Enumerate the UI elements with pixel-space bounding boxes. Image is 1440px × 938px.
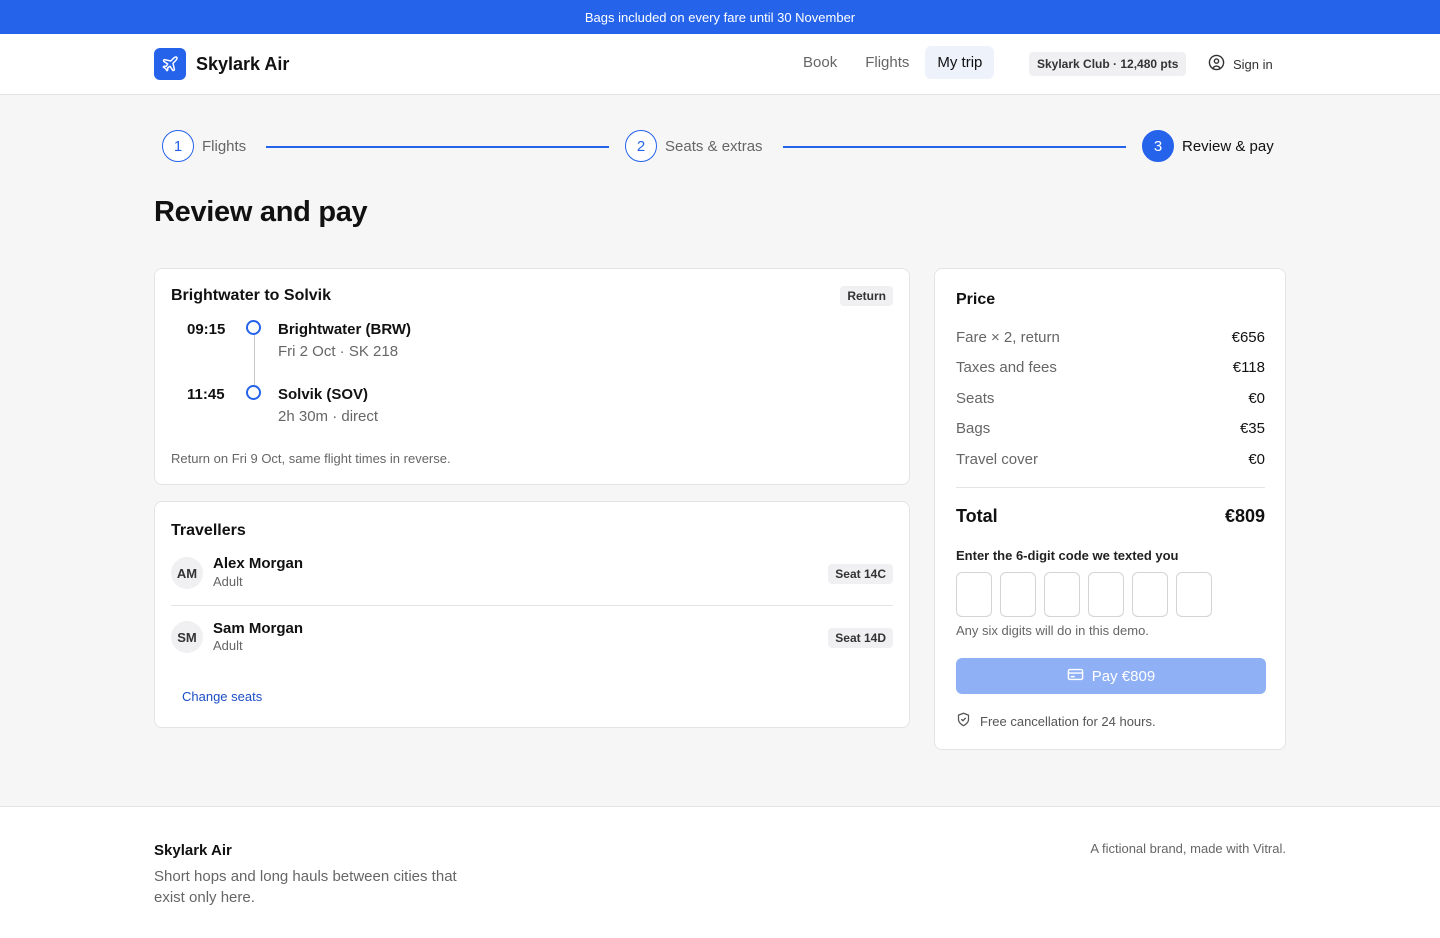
site-header: Skylark Air Book Flights My trip Skylark… (0, 34, 1440, 95)
traveller-name: Alex Morgan (213, 555, 304, 572)
price-line-value: €0 (1248, 390, 1265, 407)
step-seats-extras[interactable]: 2 Seats & extras (625, 130, 763, 162)
user-circle-icon (1208, 54, 1225, 74)
price-line-label: Fare × 2, return (956, 329, 1060, 346)
price-line-label: Bags (956, 420, 991, 437)
price-card: Price Fare × 2, return €656 Taxes and fe… (934, 268, 1286, 750)
credit-card-icon (1067, 666, 1084, 687)
step-label: Flights (202, 137, 247, 155)
total-value: €809 (1224, 506, 1265, 526)
traveller-type: Adult (213, 638, 243, 653)
code-digit-4[interactable] (1088, 572, 1124, 617)
price-line-label: Seats (956, 390, 995, 407)
step-label: Review & pay (1182, 137, 1274, 155)
promo-banner: Bags included on every fare until 30 Nov… (0, 0, 1440, 34)
site-footer: Skylark Air Short hops and long hauls be… (0, 806, 1440, 938)
brand-logo[interactable]: Skylark Air (154, 48, 289, 80)
step-flights[interactable]: 1 Flights (162, 130, 246, 162)
change-seats-link[interactable]: Change seats (182, 689, 262, 704)
footer-brand: Skylark Air (154, 842, 232, 859)
sign-in-label: Sign in (1233, 56, 1273, 72)
arrival-place: Solvik (SOV) (278, 386, 369, 403)
step-connector (266, 146, 609, 148)
pay-label: Pay €809 (1091, 667, 1156, 685)
pay-button[interactable]: Pay €809 (956, 658, 1266, 694)
brand-name: Skylark Air (196, 53, 290, 74)
traveller-type: Adult (213, 574, 243, 589)
promo-text: Bags included on every fare until 30 Nov… (584, 9, 856, 25)
price-line-label: Travel cover (956, 451, 1038, 468)
sign-in-button[interactable]: Sign in (1208, 54, 1273, 74)
trip-type-badge: Return (840, 286, 893, 306)
shield-check-icon (956, 712, 971, 730)
avatar: AM (171, 557, 203, 589)
step-number: 1 (162, 130, 194, 162)
total-label: Total (956, 506, 998, 526)
step-number: 2 (625, 130, 657, 162)
code-digit-2[interactable] (1000, 572, 1036, 617)
route-title: Brightwater to Solvik (171, 287, 332, 304)
footer-note: A fictional brand, made with Vitral. (1090, 841, 1286, 856)
price-line-label: Taxes and fees (956, 359, 1057, 376)
cancellation-text: Free cancellation for 24 hours. (980, 713, 1156, 729)
checkout-stepper: 1 Flights 2 Seats & extras 3 Review & pa… (162, 130, 1278, 162)
departure-detail: Fri 2 Oct · SK 218 (278, 343, 399, 360)
nav-book[interactable]: Book (791, 46, 849, 79)
page-title: Review and pay (154, 196, 368, 228)
arrival-time: 11:45 (187, 386, 225, 403)
price-line-value: €656 (1231, 329, 1265, 346)
traveller-name: Sam Morgan (213, 620, 304, 637)
seat-badge: Seat 14C (828, 564, 893, 584)
step-connector (783, 146, 1126, 148)
step-number: 3 (1142, 130, 1174, 162)
code-digit-1[interactable] (956, 572, 992, 617)
avatar: SM (171, 621, 203, 653)
departure-place: Brightwater (BRW) (278, 321, 412, 338)
code-digit-6[interactable] (1176, 572, 1212, 617)
nav-flights[interactable]: Flights (853, 46, 921, 79)
club-points-badge[interactable]: Skylark Club · 12,480 pts (1029, 52, 1187, 76)
departure-dot (246, 320, 261, 335)
price-line-value: €0 (1248, 451, 1265, 468)
footer-description: Short hops and long hauls between cities… (154, 868, 457, 906)
arrival-dot (246, 385, 261, 400)
price-title: Price (956, 291, 996, 308)
return-note: Return on Fri 9 Oct, same flight times i… (171, 451, 451, 466)
travellers-title: Travellers (171, 522, 246, 539)
code-digit-3[interactable] (1044, 572, 1080, 617)
step-label: Seats & extras (665, 137, 763, 155)
code-hint: Any six digits will do in this demo. (956, 623, 1149, 638)
step-review-pay: 3 Review & pay (1142, 130, 1274, 162)
code-label: Enter the 6-digit code we texted you (956, 548, 1179, 563)
main-nav: Book Flights My trip (791, 46, 998, 79)
departure-time: 09:15 (187, 321, 226, 338)
total-divider (956, 487, 1265, 488)
seat-badge: Seat 14D (828, 628, 893, 648)
travellers-card: Travellers AM Alex Morgan Adult Seat 14C… (154, 501, 910, 728)
timeline-line (254, 335, 255, 386)
plane-icon (154, 48, 186, 80)
row-divider (171, 605, 893, 606)
trip-summary-card: Brightwater to Solvik Return 09:15 Brigh… (154, 268, 910, 485)
code-digit-5[interactable] (1132, 572, 1168, 617)
price-line-value: €35 (1239, 420, 1265, 437)
arrival-detail: 2h 30m · direct (278, 408, 379, 425)
cancellation-note: Free cancellation for 24 hours. (956, 712, 1156, 730)
price-line-value: €118 (1232, 359, 1265, 376)
nav-my-trip[interactable]: My trip (925, 46, 995, 79)
